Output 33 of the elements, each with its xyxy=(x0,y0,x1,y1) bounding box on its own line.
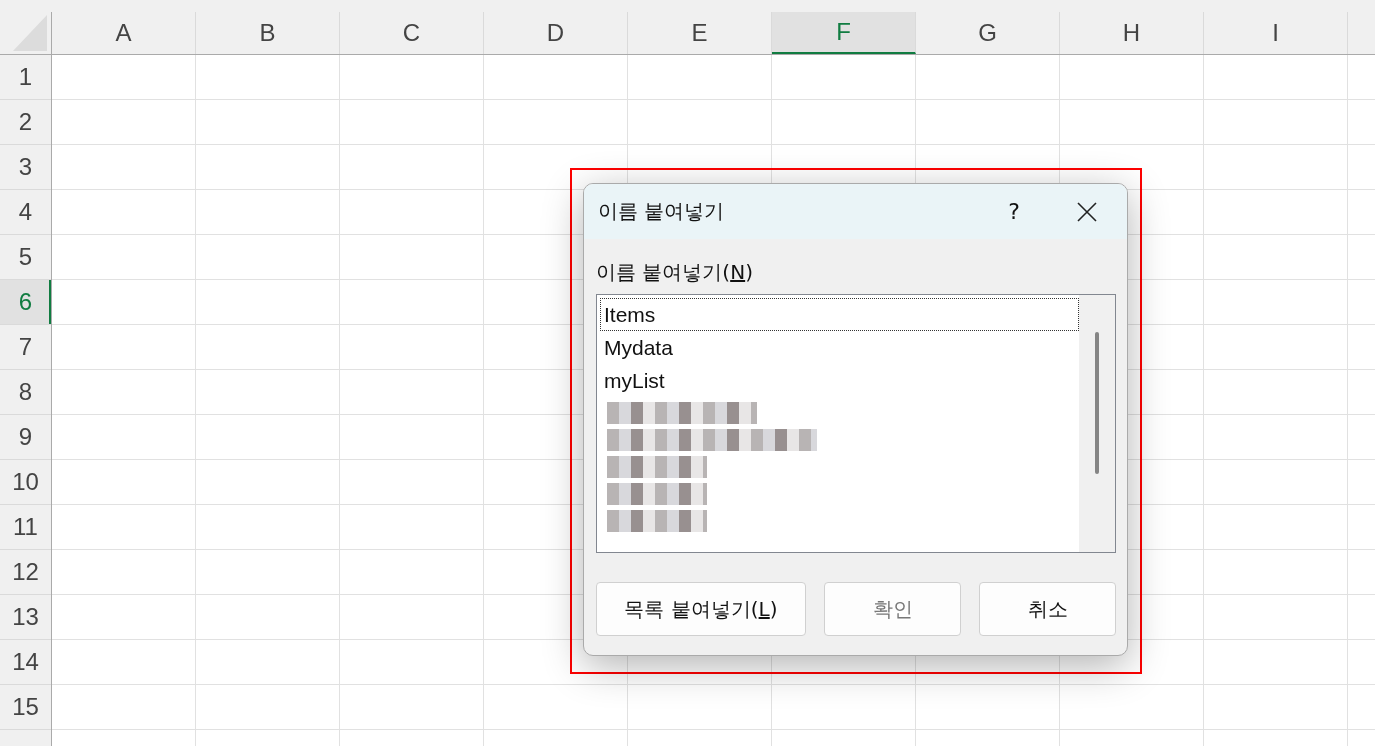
list-item[interactable]: myList xyxy=(600,364,1079,397)
row-header[interactable]: 4 xyxy=(0,190,51,235)
list-item[interactable]: Items xyxy=(600,298,1079,331)
column-header[interactable]: F xyxy=(772,12,916,54)
row-header[interactable]: 11 xyxy=(0,505,51,550)
dialog-button[interactable]: 목록 붙여넣기(L) xyxy=(596,582,806,636)
row-header[interactable]: 2 xyxy=(0,100,51,145)
row-header[interactable]: 15 xyxy=(0,685,51,730)
row-header[interactable]: 14 xyxy=(0,640,51,685)
dialog-title: 이름 붙여넣기 xyxy=(598,198,726,225)
help-button[interactable]: ? xyxy=(989,198,1039,225)
column-header[interactable]: H xyxy=(1060,12,1204,54)
names-list[interactable]: Items Mydata myList xyxy=(596,294,1116,553)
column-header[interactable]: I xyxy=(1204,12,1348,54)
column-header[interactable]: G xyxy=(916,12,1060,54)
column-header[interactable]: C xyxy=(340,12,484,54)
row-header[interactable]: 12 xyxy=(0,550,51,595)
row-header[interactable]: 13 xyxy=(0,595,51,640)
row-header[interactable]: 10 xyxy=(0,460,51,505)
row-header[interactable]: 7 xyxy=(0,325,51,370)
row-header[interactable]: 1 xyxy=(0,55,51,100)
column-header[interactable]: D xyxy=(484,12,628,54)
dialog-button[interactable]: 취소 xyxy=(979,582,1116,636)
row-header[interactable]: 6 xyxy=(0,280,51,325)
row-header[interactable]: 8 xyxy=(0,370,51,415)
list-label: 이름 붙여넣기(N) xyxy=(596,259,753,286)
row-header[interactable]: 3 xyxy=(0,145,51,190)
column-header[interactable]: A xyxy=(52,12,196,54)
list-item[interactable]: Mydata xyxy=(600,331,1079,364)
column-header[interactable]: B xyxy=(196,12,340,54)
scrollbar-thumb[interactable] xyxy=(1095,332,1099,474)
row-header[interactable]: 9 xyxy=(0,415,51,460)
close-icon xyxy=(1076,200,1098,223)
